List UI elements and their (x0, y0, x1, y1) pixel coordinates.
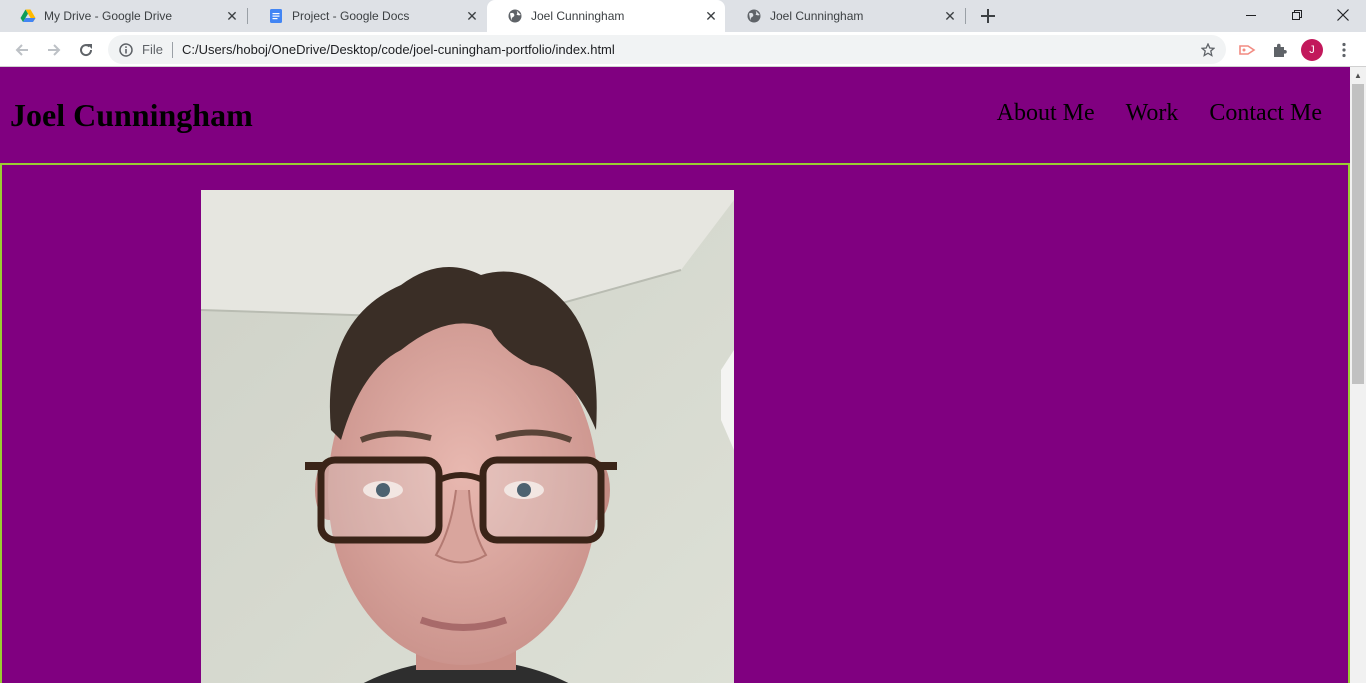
site-header: Joel Cunningham About Me Work Contact Me (0, 67, 1350, 163)
nav-contact-me[interactable]: Contact Me (1209, 100, 1322, 127)
tab-strip: My Drive - Google Drive ✕ Project - Goog… (0, 0, 1366, 32)
scroll-up-icon[interactable]: ▲ (1350, 67, 1366, 83)
reload-icon (80, 44, 93, 57)
close-tab-icon[interactable]: ✕ (703, 8, 719, 24)
address-divider (171, 41, 173, 58)
bookmark-star-icon[interactable] (1200, 42, 1216, 58)
tab-google-drive[interactable]: My Drive - Google Drive ✕ (0, 0, 246, 32)
scrollbar-thumb[interactable] (1352, 84, 1364, 384)
plus-icon (981, 9, 995, 23)
tab-title: Project - Google Docs (292, 9, 410, 23)
profile-photo (201, 190, 734, 683)
tab-google-docs[interactable]: Project - Google Docs ✕ (248, 0, 486, 32)
restore-button[interactable] (1274, 0, 1320, 30)
site-nav: About Me Work Contact Me (997, 100, 1322, 127)
google-docs-icon (270, 9, 282, 23)
info-icon[interactable] (118, 42, 134, 58)
arrow-left-icon (15, 44, 28, 56)
about-section (0, 163, 1350, 683)
address-bar[interactable]: File C:/Users/hoboj/OneDrive/Desktop/cod… (108, 35, 1226, 64)
tab-joel-cunningham[interactable]: Joel Cunningham ✕ (726, 0, 964, 32)
tab-title: Joel Cunningham (531, 9, 625, 23)
restore-icon (1292, 10, 1302, 20)
page-scrollbar[interactable]: ▲ (1350, 67, 1366, 683)
forward-button[interactable] (40, 36, 68, 64)
site-title: Joel Cunningham (10, 97, 253, 133)
profile-avatar[interactable]: J (1300, 38, 1324, 62)
nav-work[interactable]: Work (1126, 100, 1179, 127)
nav-about-me[interactable]: About Me (997, 100, 1095, 127)
scheme-label: File (142, 42, 163, 57)
window-close-button[interactable] (1320, 0, 1366, 30)
tab-divider (965, 8, 966, 24)
close-icon (1337, 9, 1349, 21)
close-tab-icon[interactable]: ✕ (224, 8, 240, 24)
reload-button[interactable] (72, 36, 100, 64)
minimize-button[interactable] (1228, 0, 1274, 30)
close-tab-icon[interactable]: ✕ (942, 8, 958, 24)
cast-extension-icon[interactable] (1236, 38, 1260, 62)
close-tab-icon[interactable]: ✕ (464, 8, 480, 24)
url-text[interactable]: C:/Users/hoboj/OneDrive/Desktop/code/joe… (182, 42, 1200, 57)
browser-toolbar: File C:/Users/hoboj/OneDrive/Desktop/cod… (0, 32, 1366, 67)
minimize-icon (1246, 15, 1256, 16)
avatar-initial: J (1301, 39, 1323, 61)
extensions-puzzle-icon[interactable] (1268, 38, 1292, 62)
arrow-right-icon (48, 44, 61, 56)
globe-icon (747, 9, 761, 23)
tab-title: My Drive - Google Drive (44, 9, 173, 23)
tab-title: Joel Cunningham (770, 9, 864, 23)
tab-joel-cunningham-active[interactable]: Joel Cunningham ✕ (487, 0, 725, 32)
new-tab-button[interactable] (976, 4, 1000, 28)
web-page: Joel Cunningham About Me Work Contact Me (0, 67, 1350, 683)
menu-kebab-icon[interactable] (1332, 38, 1356, 62)
globe-icon (508, 9, 522, 23)
google-drive-icon (20, 9, 36, 22)
back-button[interactable] (8, 36, 36, 64)
